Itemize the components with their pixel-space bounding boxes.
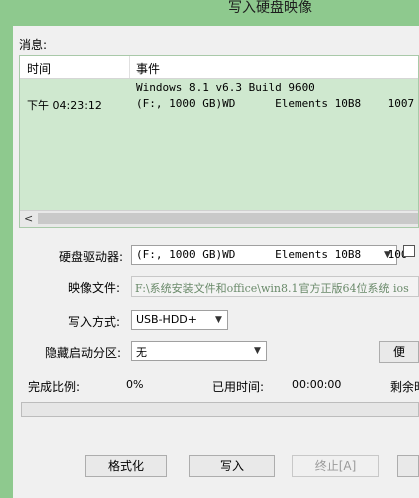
messages-label: 消息: xyxy=(19,38,48,52)
remaining-label: 剩余时 xyxy=(390,380,419,394)
write-method-select[interactable]: USB-HDD+ ▼ xyxy=(131,310,228,330)
scroll-left-icon[interactable]: < xyxy=(24,212,33,225)
scrollbar-thumb[interactable] xyxy=(38,213,418,224)
window-title: 写入硬盘映像 xyxy=(228,0,312,16)
format-button[interactable]: 格式化 xyxy=(85,455,167,477)
list-item-event: Windows 8.1 v6.3 Build 9600 xyxy=(136,81,315,94)
image-file-label: 映像文件: xyxy=(68,281,121,295)
column-separator[interactable] xyxy=(129,56,130,78)
list-header: 时间 事件 xyxy=(20,56,418,79)
image-file-field[interactable]: F:\系统安装文件和office\win8.1官方正版64位系统 ios xyxy=(131,276,419,297)
elapsed-value: 00:00:00 xyxy=(292,378,342,391)
write-method-label: 写入方式: xyxy=(68,315,121,329)
hidden-partition-select[interactable]: 无 ▼ xyxy=(131,341,267,361)
drive-select-value: (F:, 1000 GB)WD Elements 10B8 100 xyxy=(136,248,408,261)
chevron-down-icon[interactable]: ▼ xyxy=(212,313,225,327)
hidden-partition-label: 隐藏启动分区: xyxy=(45,346,122,360)
title-bar: 写入硬盘映像 xyxy=(13,0,419,26)
write-button[interactable]: 写入 xyxy=(189,455,275,477)
side-button[interactable]: 便 xyxy=(379,341,419,363)
progress-value: 0% xyxy=(126,378,144,391)
drive-label: 硬盘驱动器: xyxy=(59,250,124,264)
progress-bar xyxy=(21,402,419,417)
list-item-event: (F:, 1000 GB)WD Elements 10B8 1007 xyxy=(136,97,415,110)
extra-button[interactable] xyxy=(397,455,419,477)
drive-checkbox[interactable] xyxy=(403,245,415,257)
elapsed-label: 已用时间: xyxy=(212,380,265,394)
write-method-value: USB-HDD+ xyxy=(136,313,197,326)
horizontal-scrollbar[interactable]: < xyxy=(20,210,418,227)
list-item-time: 下午 04:23:12 xyxy=(27,99,102,112)
message-list[interactable]: 时间 事件 Windows 8.1 v6.3 Build 9600 下午 04:… xyxy=(19,55,419,228)
column-time-header[interactable]: 时间 xyxy=(27,60,51,77)
image-file-path: F:\系统安装文件和office\win8.1官方正版64位系统 ios xyxy=(135,282,409,295)
hidden-partition-value: 无 xyxy=(136,346,147,359)
abort-button[interactable]: 终止[A] xyxy=(292,455,379,477)
chevron-down-icon[interactable]: ▼ xyxy=(381,248,394,262)
write-disk-image-window: 写入硬盘映像 消息: 时间 事件 Windows 8.1 v6.3 Build … xyxy=(13,0,419,498)
drive-select[interactable]: (F:, 1000 GB)WD Elements 10B8 100 ▼ xyxy=(131,245,408,265)
progress-label: 完成比例: xyxy=(28,380,81,394)
column-event-header[interactable]: 事件 xyxy=(136,60,160,77)
chevron-down-icon[interactable]: ▼ xyxy=(251,344,264,358)
